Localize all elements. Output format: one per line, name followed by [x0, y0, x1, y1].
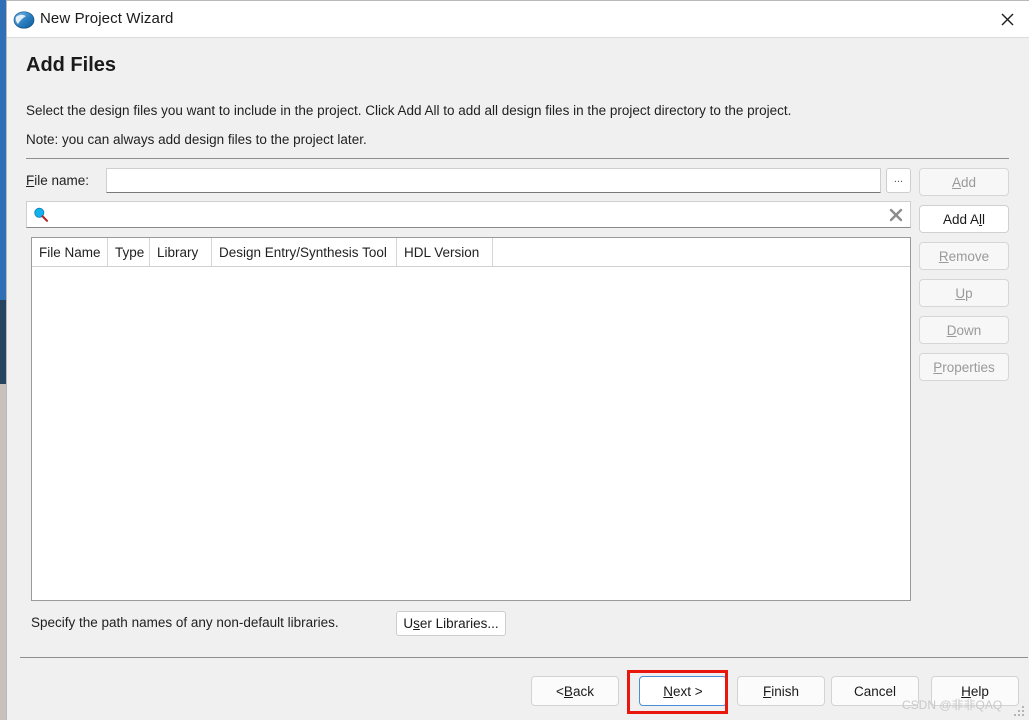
browse-button[interactable]: ...	[886, 168, 911, 193]
resize-grip-icon[interactable]	[1014, 705, 1026, 717]
filter-bar	[26, 201, 911, 228]
file-name-label: File name:	[26, 173, 89, 188]
table-header-row: File Name Type Library Design Entry/Synthes…	[32, 238, 910, 267]
bottom-separator	[20, 657, 1028, 658]
properties-button: Properties	[919, 353, 1009, 381]
table-column-header-3[interactable]: Design Entry/Synthesis Tool	[212, 238, 397, 266]
cancel-button[interactable]: Cancel	[831, 676, 919, 706]
clear-x-icon[interactable]	[888, 207, 904, 223]
table-column-header-1[interactable]: Type	[108, 238, 150, 266]
table-column-header-filler	[493, 238, 910, 266]
table-column-header-4[interactable]: HDL Version	[397, 238, 493, 266]
table-column-header-0[interactable]: File Name	[32, 238, 108, 266]
page-title: Add Files	[26, 54, 117, 76]
down-button: Down	[919, 316, 1009, 344]
design-files-table: File Name Type Library Design Entry/Synthes…	[31, 237, 911, 601]
user-libraries-button[interactable]: Us er Libraries...	[396, 611, 506, 636]
filter-input[interactable]	[55, 204, 893, 225]
title-bar: New Project Wizard	[7, 1, 1029, 38]
window-title: New Project Wizard	[40, 10, 174, 27]
file-name-input[interactable]	[106, 168, 881, 193]
table-column-header-2[interactable]: Library	[150, 238, 212, 266]
screen-root: New Project Wizard Add Files Select the …	[0, 0, 1029, 720]
page-description-line-1: Select the design files you want to incl…	[26, 103, 792, 118]
globe-icon	[13, 9, 35, 31]
file-name-label-accel: F	[26, 173, 35, 188]
add-all-button[interactable]: Add All	[919, 205, 1009, 233]
up-button: Up	[919, 279, 1009, 307]
help-button[interactable]: Help	[931, 676, 1019, 706]
add-button: Add	[919, 168, 1009, 196]
new-project-wizard-dialog: New Project Wizard Add Files Select the …	[6, 0, 1029, 720]
table-body[interactable]	[32, 267, 910, 600]
user-libraries-description: Specify the path names of any non-defaul…	[31, 615, 339, 630]
close-button[interactable]	[984, 1, 1029, 37]
remove-button: Remove	[919, 242, 1009, 270]
search-icon	[33, 207, 49, 223]
file-name-label-text: ile name:	[34, 173, 90, 188]
next-button[interactable]: Next >	[639, 676, 727, 706]
top-separator	[26, 158, 1009, 159]
ellipsis-icon: ...	[893, 172, 904, 185]
back-button[interactable]: < Back	[531, 676, 619, 706]
page-description-line-2: Note: you can always add design files to…	[26, 132, 367, 147]
finish-button[interactable]: Finish	[737, 676, 825, 706]
